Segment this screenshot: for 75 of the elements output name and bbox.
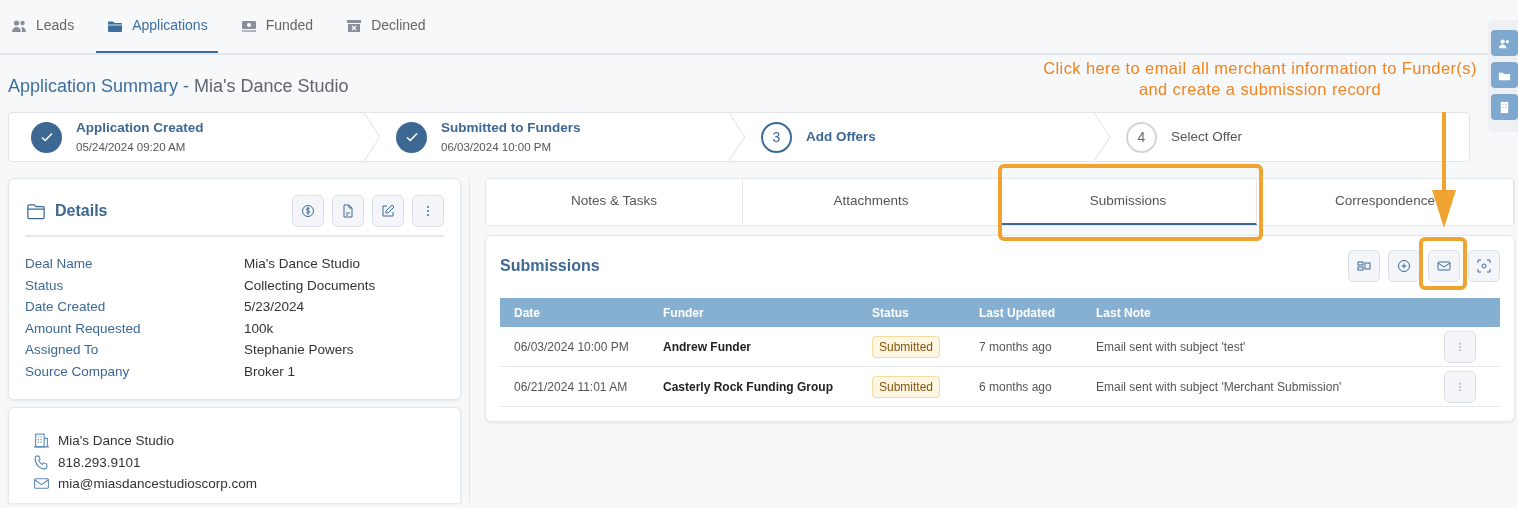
add-button[interactable] <box>1388 250 1420 282</box>
table-cell-text: 06/03/2024 10:00 PM <box>513 338 630 356</box>
field-value: 100k <box>244 319 274 338</box>
table-cell-text: Casterly Rock Funding Group <box>663 378 834 396</box>
step-number: 3 <box>761 121 792 153</box>
building-icon <box>33 432 50 450</box>
status-badge: Submitted <box>872 375 941 398</box>
dollar-button[interactable] <box>292 195 324 227</box>
column-header: Last Note <box>1096 304 1152 322</box>
archive-icon <box>345 17 364 34</box>
field-label: Date Created <box>25 298 107 317</box>
step-date: 05/24/2024 09:20 AM <box>76 139 187 155</box>
column-header: Status <box>872 304 910 322</box>
step-label: Select Offer <box>1171 127 1243 146</box>
document-icon <box>340 203 356 219</box>
field-label: Status <box>25 276 65 295</box>
nav-tab[interactable]: Declined <box>335 0 436 53</box>
scan-button[interactable] <box>1468 250 1500 282</box>
callout-text: Click here to email all merchant information to Funder(s) and create a submission record <box>1042 58 1478 100</box>
edit-icon <box>380 203 396 219</box>
step-label: Add Offers <box>806 127 876 146</box>
card-title: Details <box>55 201 108 221</box>
column-header: Date <box>513 304 541 322</box>
field-value: Mia's Dance Studio <box>244 255 360 273</box>
table-cell-text: Email sent with subject 'test' <box>1096 338 1247 356</box>
people-icon <box>10 17 28 34</box>
field-label: Source Company <box>25 362 131 381</box>
folder-button[interactable] <box>1491 62 1518 88</box>
step-date: 06/03/2024 10:00 PM <box>441 139 552 155</box>
nav-tab[interactable]: Applications <box>96 0 218 53</box>
more-button[interactable] <box>412 195 444 227</box>
section-tab[interactable]: Submissions <box>1000 179 1257 225</box>
field-value: Stephanie Powers <box>244 341 354 360</box>
contact-text: 818.293.9101 <box>58 453 141 472</box>
highlight-frame <box>1419 237 1467 290</box>
card-title: Submissions <box>500 256 600 276</box>
dollar-icon <box>300 203 316 219</box>
people-button[interactable] <box>1491 30 1518 56</box>
email-icon <box>1436 258 1452 274</box>
table-cell-text: 7 months ago <box>979 338 1053 356</box>
page-title: Application Summary - Mia's Dance Studio <box>8 75 349 98</box>
section-tab[interactable]: Attachments <box>743 179 1000 225</box>
row-menu-button[interactable] <box>1444 330 1476 363</box>
contact-text: Mia's Dance Studio <box>58 432 174 450</box>
add-icon <box>1396 258 1412 274</box>
field-value: Broker 1 <box>244 362 296 381</box>
field-value: 5/23/2024 <box>244 298 305 317</box>
status-badge: Submitted <box>872 335 941 358</box>
layout-icon <box>1356 258 1372 274</box>
layout-button[interactable] <box>1348 250 1380 282</box>
step-label: Application Created <box>76 119 204 138</box>
email-button[interactable] <box>1428 250 1460 282</box>
step-number: 4 <box>1126 121 1157 153</box>
building-button[interactable] <box>1491 94 1518 120</box>
column-header: Funder <box>663 304 705 322</box>
scan-icon <box>1476 258 1492 274</box>
folder-icon <box>25 201 47 221</box>
section-tab[interactable]: Notes & Tasks <box>486 179 743 225</box>
contact-text: mia@miasdancestudioscorp.com <box>58 475 258 494</box>
field-label: Amount Requested <box>25 319 142 338</box>
step-label: Submitted to Funders <box>441 119 581 138</box>
field-label: Deal Name <box>25 255 94 273</box>
field-value: Collecting Documents <box>244 276 376 295</box>
table-cell-text: Andrew Funder <box>663 338 752 356</box>
table-cell-text: Email sent with subject 'Merchant Submission' <box>1096 378 1343 396</box>
field-label: Assigned To <box>25 341 100 360</box>
phone-icon <box>33 453 50 471</box>
table-cell-text: 6 months ago <box>979 378 1053 396</box>
table-cell-text: 06/21/2024 11:01 AM <box>513 378 629 396</box>
nav-tab[interactable]: Funded <box>229 0 324 53</box>
column-header: Last Updated <box>979 304 1056 322</box>
edit-button[interactable] <box>372 195 404 227</box>
document-button[interactable] <box>332 195 364 227</box>
row-menu-button[interactable] <box>1444 370 1476 403</box>
nav-tab[interactable]: Leads <box>0 0 85 53</box>
